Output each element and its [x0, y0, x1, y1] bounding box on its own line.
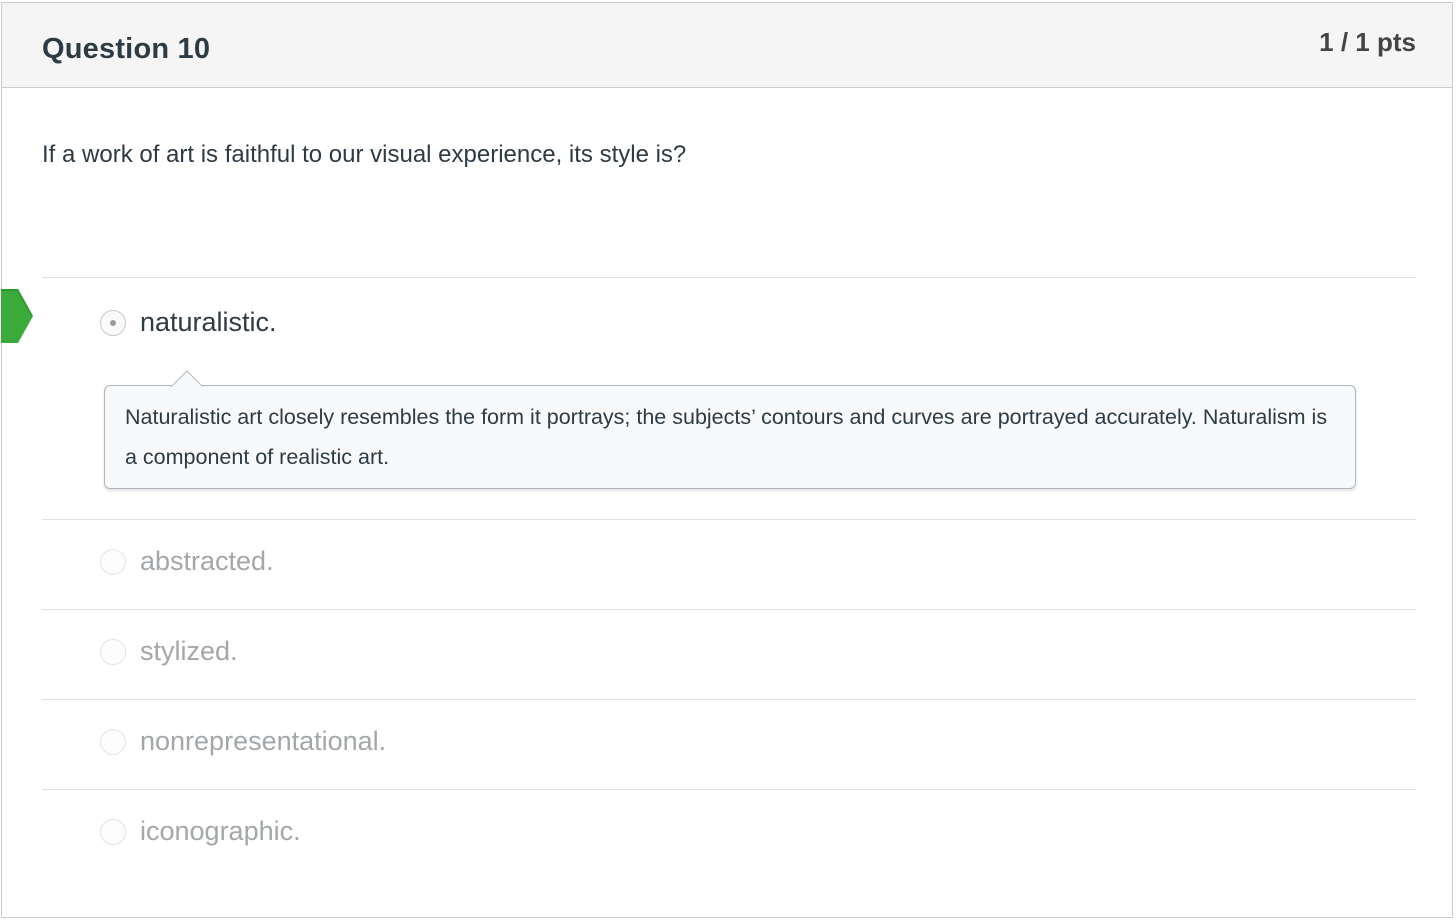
correct-answer-arrow-icon	[1, 289, 33, 343]
answer-option-nonrepresentational[interactable]: nonrepresentational.	[42, 699, 1416, 789]
question-points: 1 / 1 pts	[1319, 27, 1416, 57]
answer-label[interactable]: nonrepresentational.	[140, 726, 386, 757]
answer-label[interactable]: stylized.	[140, 636, 238, 667]
radio-unchecked-icon[interactable]	[100, 819, 126, 845]
radio-unchecked-icon[interactable]	[100, 639, 126, 665]
answer-option-stylized[interactable]: stylized.	[42, 609, 1416, 699]
answer-option-abstracted[interactable]: abstracted.	[42, 519, 1416, 609]
question-title: Question 10	[42, 33, 211, 65]
radio-checked-icon[interactable]	[100, 310, 126, 336]
answer-label[interactable]: abstracted.	[140, 546, 274, 577]
answer-option-naturalistic[interactable]: naturalistic. Naturalistic art closely r…	[1, 277, 1416, 519]
answer-label[interactable]: iconographic.	[140, 816, 301, 847]
answer-list: naturalistic. Naturalistic art closely r…	[1, 277, 1416, 879]
answer-option-iconographic[interactable]: iconographic.	[42, 789, 1416, 879]
question-text: If a work of art is faithful to our visu…	[42, 141, 687, 168]
radio-unchecked-icon[interactable]	[100, 549, 126, 575]
question-card: Question 10 1 / 1 pts If a work of art i…	[1, 2, 1453, 918]
answer-comment: Naturalistic art closely resembles the f…	[104, 370, 1356, 489]
comment-pointer-icon	[171, 370, 203, 387]
answer-label[interactable]: naturalistic.	[140, 307, 277, 338]
question-header: Question 10 1 / 1 pts	[2, 3, 1452, 88]
radio-unchecked-icon[interactable]	[100, 729, 126, 755]
answer-comment-text: Naturalistic art closely resembles the f…	[125, 405, 1328, 469]
